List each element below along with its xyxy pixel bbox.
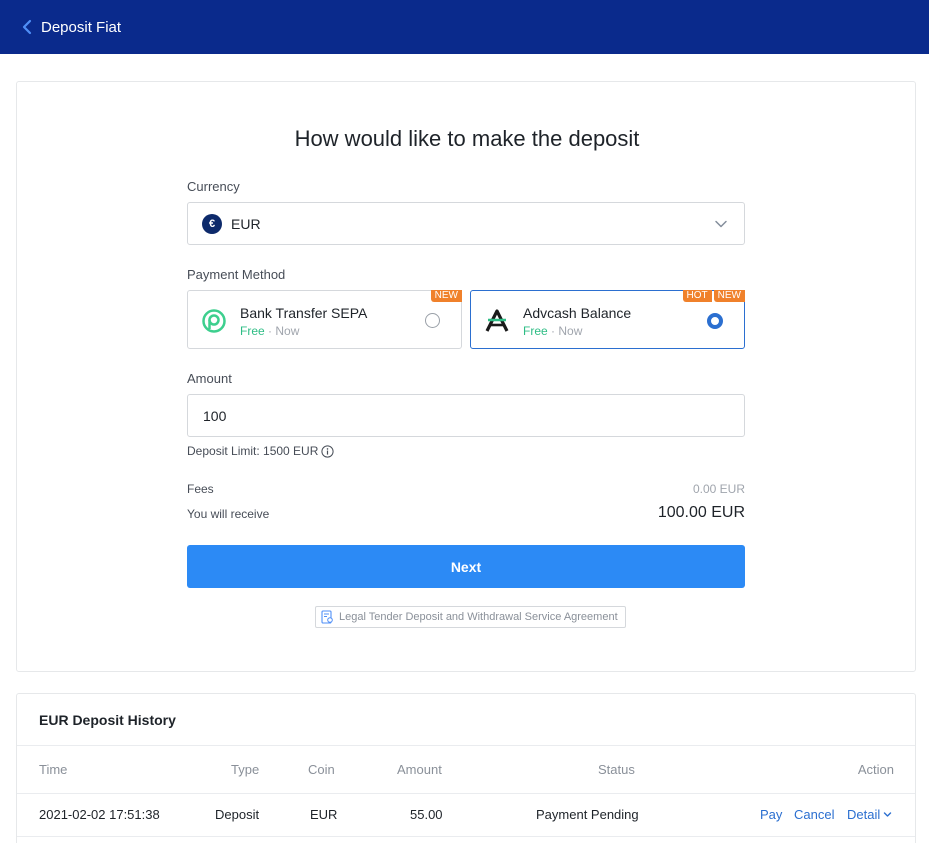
history-title: EUR Deposit History: [39, 712, 176, 728]
fees-value: 0.00 EUR: [692, 482, 745, 496]
column-header-time: Time: [39, 762, 68, 777]
cell-coin: EUR: [310, 807, 338, 822]
payment-option-advcash-balance[interactable]: Advcash Balance Free · Now HOT NEW: [470, 290, 745, 349]
divider: [17, 836, 915, 837]
pay-link[interactable]: Pay: [760, 807, 782, 822]
detail-link-label: Detail: [847, 807, 881, 822]
payment-option-bank-transfer-sepa[interactable]: Bank Transfer SEPA Free · Now NEW: [187, 290, 462, 349]
service-agreement-link[interactable]: Legal Tender Deposit and Withdrawal Serv…: [315, 606, 626, 628]
document-icon: [321, 610, 333, 624]
next-button[interactable]: Next: [187, 545, 745, 588]
payment-speed: · Now: [268, 324, 300, 338]
cell-amount: 55.00: [410, 807, 443, 822]
euro-coin-icon: €: [202, 213, 222, 234]
column-header-status: Status: [598, 762, 635, 777]
top-bar: Deposit Fiat: [0, 0, 929, 54]
column-header-type: Type: [231, 762, 260, 777]
detail-link[interactable]: Detail: [847, 807, 892, 822]
agreement-text: Legal Tender Deposit and Withdrawal Serv…: [339, 611, 618, 623]
column-header-action: Action: [857, 762, 894, 777]
cell-type: Deposit: [215, 807, 260, 822]
divider: [17, 745, 915, 746]
receive-value: 100.00 EUR: [657, 504, 745, 521]
payment-option-name: Bank Transfer SEPA: [240, 305, 368, 321]
info-icon[interactable]: [321, 444, 334, 458]
sepa-logo-icon: [202, 309, 226, 333]
payment-option-meta: Free · Now: [240, 324, 299, 338]
amount-input[interactable]: 100: [187, 394, 745, 437]
payment-speed: · Now: [551, 324, 583, 338]
column-header-coin: Coin: [308, 762, 335, 777]
receive-label: You will receive: [187, 507, 270, 521]
form-heading: How would like to make the deposit: [294, 126, 640, 151]
payment-option-name: Advcash Balance: [523, 305, 632, 321]
cell-status: Payment Pending: [536, 807, 639, 822]
payment-fee: Free: [240, 324, 265, 338]
cell-time: 2021-02-02 17:51:38: [39, 807, 160, 822]
new-badge: NEW: [430, 290, 462, 302]
column-header-amount: Amount: [397, 762, 442, 777]
advcash-logo-icon: [485, 309, 509, 332]
page-title: Deposit Fiat: [41, 18, 122, 36]
back-arrow-icon[interactable]: [20, 18, 34, 36]
fees-label: Fees: [187, 482, 214, 496]
payment-fee: Free: [523, 324, 548, 338]
payment-option-meta: Free · Now: [523, 324, 582, 338]
currency-value: EUR: [231, 215, 261, 232]
badge-group: HOT NEW: [682, 290, 745, 302]
cancel-link[interactable]: Cancel: [794, 807, 834, 822]
currency-label: Currency: [187, 179, 240, 194]
deposit-limit-text: Deposit Limit: 1500 EUR: [187, 444, 319, 458]
amount-label: Amount: [187, 371, 232, 386]
chevron-down-icon: [884, 812, 892, 817]
currency-select[interactable]: € EUR: [187, 202, 745, 245]
chevron-down-icon: [715, 220, 727, 228]
radio-button-selected[interactable]: [707, 313, 723, 329]
deposit-form-card: How would like to make the deposit Curre…: [16, 81, 916, 672]
deposit-limit: Deposit Limit: 1500 EUR: [187, 444, 334, 458]
payment-method-label: Payment Method: [187, 267, 286, 282]
new-badge: NEW: [713, 290, 745, 302]
radio-button[interactable]: [425, 313, 440, 328]
divider: [17, 793, 915, 794]
badge-group: NEW: [430, 290, 462, 302]
hot-badge: HOT: [682, 290, 712, 302]
deposit-history-panel: EUR Deposit History Time Type Coin Amoun…: [16, 693, 916, 843]
